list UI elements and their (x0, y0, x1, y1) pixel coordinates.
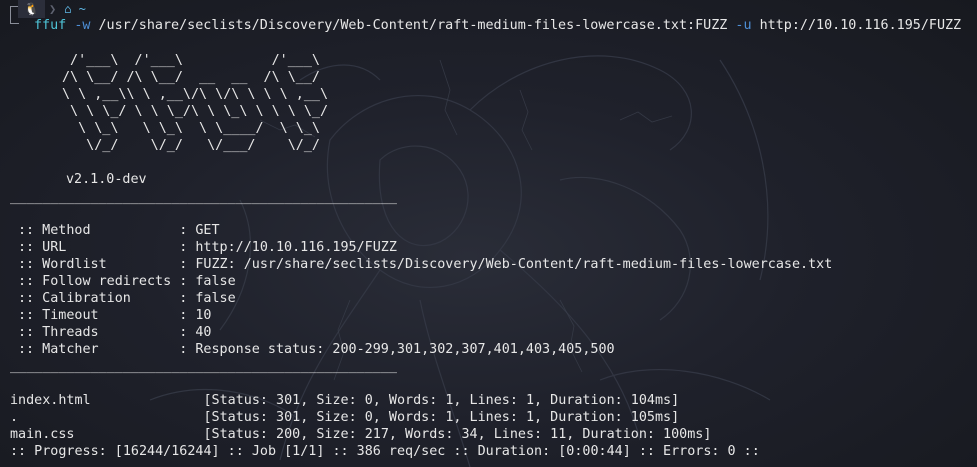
result-info: [Status: 301, Size: 0, Words: 1, Lines: … (203, 410, 680, 425)
banner-line: \ \ ,__\\ \ ,__\/\ \/\ \ \ \ ,__\ (62, 87, 329, 102)
config-key: :: Matcher (18, 342, 180, 357)
config-value: : false (179, 291, 236, 306)
result-path: index.html (10, 393, 204, 408)
banner-line: /'___\ /'___\ /'___\ (62, 53, 320, 68)
config-key: :: Follow redirects (18, 274, 180, 289)
config-key: :: URL (18, 240, 180, 255)
progress-status: :: Progress: [16244/16244] :: Job [1/1] … (10, 444, 760, 459)
command-wordlist: /usr/share/seclists/Discovery/Web-Conten… (98, 18, 728, 33)
terminal-window[interactable]: 🐧 ❯ ⌂ ~ ffuf -w /usr/share/seclists/Disc… (0, 0, 977, 467)
banner-line: /\ \__/ /\ \__/ __ __ /\ \__/ (62, 70, 320, 85)
config-row: :: Follow redirects : false (18, 273, 236, 290)
result-row[interactable]: . [Status: 301, Size: 0, Words: 1, Lines… (10, 409, 679, 426)
config-value: : FUZZ: /usr/share/seclists/Discovery/We… (179, 257, 833, 272)
command-program: ffuf (34, 18, 67, 33)
config-key: :: Calibration (18, 291, 180, 306)
command-url: http://10.10.116.195/FUZZ (759, 18, 962, 33)
config-row: :: Calibration : false (18, 290, 236, 307)
home-icon: ⌂ ~ (64, 2, 86, 16)
config-key: :: Wordlist (18, 257, 180, 272)
config-key: :: Timeout (18, 308, 180, 323)
command-line[interactable]: ffuf -w /usr/share/seclists/Discovery/We… (34, 17, 961, 34)
chevron-right-icon: ❯ (48, 2, 57, 16)
tux-icon: 🐧 (18, 0, 45, 18)
config-value: : false (179, 274, 236, 289)
result-info: [Status: 200, Size: 217, Words: 34, Line… (203, 427, 712, 442)
separator-rule: ________________________________________… (10, 190, 397, 205)
config-value: : 10 (179, 308, 212, 323)
version-label: v2.1.0-dev (66, 172, 147, 187)
banner-line: \/_/ \/_/ \/___/ \/_/ (62, 138, 320, 153)
config-row: :: Timeout : 10 (18, 307, 212, 324)
cwd-label: ~ (78, 2, 86, 16)
config-value: : Response status: 200-299,301,302,307,4… (179, 342, 615, 357)
command-flag-w: -w (74, 18, 91, 33)
config-value: : GET (179, 223, 220, 238)
config-row: :: Matcher : Response status: 200-299,30… (18, 341, 615, 358)
banner-line: \ \ \_/ \ \ \_/\ \ \_\ \ \ \ \_/ (62, 104, 329, 119)
config-key: :: Threads (18, 325, 180, 340)
config-key: :: Method (18, 223, 180, 238)
banner-line: \ \_\ \ \_\ \ \____/ \ \_\ (62, 121, 320, 136)
config-row: :: Method : GET (18, 222, 220, 239)
command-flag-u: -u (735, 18, 752, 33)
config-value: : http://10.10.116.195/FUZZ (179, 240, 397, 255)
shell-prompt: 🐧 ❯ ⌂ ~ (18, 0, 90, 18)
result-info: [Status: 301, Size: 0, Words: 1, Lines: … (203, 393, 680, 408)
config-row: :: Threads : 40 (18, 324, 212, 341)
result-path: main.css (10, 427, 204, 442)
config-value: : 40 (179, 325, 212, 340)
config-row: :: URL : http://10.10.116.195/FUZZ (18, 239, 397, 256)
config-row: :: Wordlist : FUZZ: /usr/share/seclists/… (18, 256, 832, 273)
result-row[interactable]: index.html [Status: 301, Size: 0, Words:… (10, 392, 679, 409)
result-path: . (10, 410, 204, 425)
separator-rule: ________________________________________… (10, 359, 397, 374)
result-row[interactable]: main.css [Status: 200, Size: 217, Words:… (10, 426, 711, 443)
